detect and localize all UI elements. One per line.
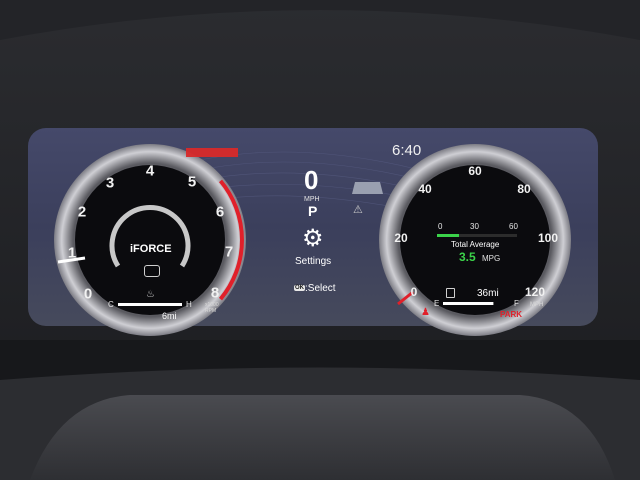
economy-tick-30: 30: [470, 222, 479, 231]
tach-tick-6: 6: [215, 203, 225, 221]
speed-tick-80: 80: [517, 182, 531, 196]
ok-hint-button: OK: [294, 285, 305, 291]
economy-tick-0: 0: [438, 222, 443, 231]
brand-logo: iFORCE: [130, 243, 172, 255]
speed-unit-label: MPH: [530, 302, 544, 308]
speed-tick-120: 120: [524, 285, 546, 299]
tach-tick-4: 4: [145, 162, 155, 180]
settings-label[interactable]: Settings: [295, 256, 331, 267]
economy-unit: MPG: [482, 254, 501, 263]
cluster-overlay: 6:40 0 1 2 3 4 5 6 7 8 iFORCE ♨ C H 6mi …: [0, 0, 640, 480]
speed-tick-20: 20: [394, 231, 408, 245]
clock: 6:40: [392, 142, 422, 159]
fuel-empty-label: E: [434, 299, 440, 308]
trip-distance: 6mi: [162, 311, 177, 321]
seatbelt-reminder-icon: ♟: [421, 307, 430, 318]
tach-tick-0: 0: [83, 285, 93, 303]
economy-title: Total Average: [451, 240, 500, 249]
tach-tick-8: 8: [210, 284, 220, 302]
fuel-pump-icon: [446, 288, 455, 298]
select-hint-label: :Select: [305, 283, 336, 294]
speed-tick-100: 100: [537, 231, 559, 245]
temp-cold-label: C: [108, 300, 114, 309]
economy-tick-60: 60: [509, 222, 518, 231]
engine-status-icon: [144, 265, 160, 277]
tach-tick-7: 7: [224, 243, 234, 261]
settings-gear-icon[interactable]: ⚙: [302, 224, 324, 253]
speed-unit: MPH: [304, 196, 320, 203]
coolant-temperature-icon: ♨: [146, 289, 155, 300]
tach-tick-3: 3: [105, 174, 115, 192]
speed-tick-0: 0: [410, 285, 418, 299]
gear-indicator: P: [308, 203, 318, 219]
fuel-full-label: F: [514, 299, 519, 308]
rpm-unit-label: x1000 RPM: [205, 302, 219, 314]
economy-value: 3.5: [459, 250, 476, 264]
traction-control-icon: ⚠: [353, 204, 363, 216]
speed-readout: 0: [304, 165, 319, 195]
park-brake-label: PARK: [500, 310, 523, 319]
temp-hot-label: H: [186, 300, 192, 309]
fuel-range: 36mi: [477, 288, 499, 299]
tach-tick-2: 2: [77, 203, 87, 221]
speed-tick-60: 60: [468, 164, 482, 178]
tach-tick-1: 1: [67, 244, 77, 262]
tach-tick-5: 5: [187, 173, 197, 191]
speed-tick-40: 40: [418, 182, 432, 196]
